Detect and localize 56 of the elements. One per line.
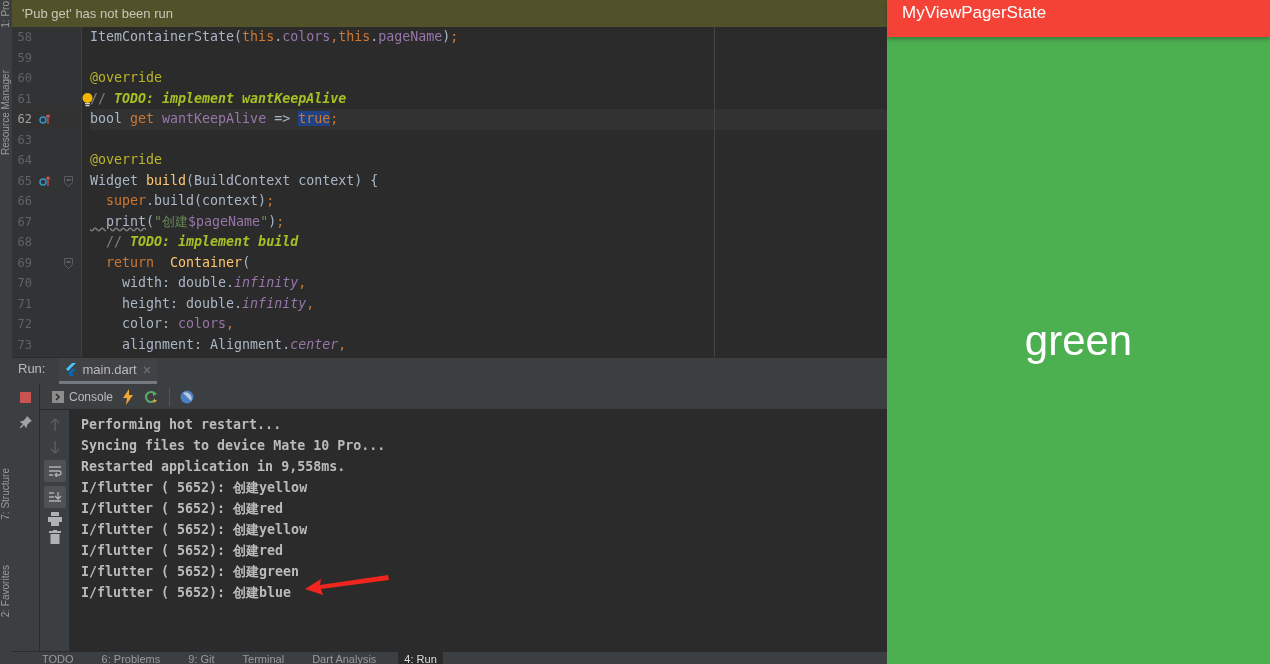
- tool-window-tab[interactable]: 4: Run: [398, 652, 443, 664]
- console-line: I/flutter ( 5652): 创建red: [81, 542, 284, 560]
- console-line: Performing hot restart...: [81, 416, 282, 434]
- console-line: I/flutter ( 5652): 创建yellow: [81, 479, 308, 497]
- page-text: green: [1024, 316, 1133, 366]
- code-line: return Container(: [105, 254, 251, 270]
- console-line: I/flutter ( 5652): 创建blue: [81, 584, 292, 602]
- fold-icon[interactable]: [64, 257, 73, 269]
- code-line: ItemContainerState(this.colors,this.pageName);: [90, 29, 459, 44]
- code-line: color: colors,: [121, 316, 235, 331]
- code-line: width: double.infinity,: [121, 275, 307, 290]
- print-icon[interactable]: [47, 512, 62, 526]
- app-bar: MyViewPagerState: [887, 0, 1270, 37]
- hot-restart-icon[interactable]: [143, 389, 160, 404]
- notification-banner: 'Pub get' has not been run: [12, 0, 887, 27]
- code-line: alignment: Alignment.center,: [121, 336, 347, 352]
- fold-icon[interactable]: [64, 175, 73, 187]
- lightning-icon[interactable]: [123, 388, 134, 405]
- override-marker-icon[interactable]: [39, 113, 51, 126]
- console-icon: [52, 390, 64, 403]
- flutter-icon: [65, 363, 77, 376]
- tool-window-tab[interactable]: Terminal: [236, 652, 291, 664]
- pin-icon[interactable]: [18, 415, 33, 429]
- trash-icon[interactable]: [48, 530, 61, 544]
- override-marker-icon[interactable]: [39, 174, 51, 187]
- code-line: bool get wantKeepAlive => true;: [90, 111, 339, 126]
- code-line: print("创建$pageName");: [105, 213, 285, 229]
- globe-icon[interactable]: [180, 389, 195, 404]
- scroll-to-end-button[interactable]: [43, 486, 66, 508]
- console-line: I/flutter ( 5652): 创建red: [81, 500, 284, 518]
- console-line: I/flutter ( 5652): 创建yellow: [81, 521, 308, 539]
- code-line: @override: [90, 152, 163, 167]
- console-line: Restarted application in 9,558ms.: [81, 458, 346, 476]
- tool-window-tab[interactable]: 9: Git: [182, 652, 221, 664]
- tool-window-tab[interactable]: TODO: [36, 652, 80, 664]
- console-line: Syncing files to device Mate 10 Pro...: [81, 437, 386, 455]
- tool-window-tab[interactable]: 6: Problems: [95, 652, 167, 664]
- code-line: super.build(context);: [105, 193, 275, 208]
- console-line: I/flutter ( 5652): 创建green: [81, 563, 300, 581]
- code-line: @override: [90, 70, 163, 85]
- side-tab[interactable]: 2: Favorites: [0, 565, 12, 618]
- run-label: Run:: [17, 359, 47, 378]
- code-line: // TODO: implement build: [105, 234, 299, 249]
- close-icon[interactable]: [142, 365, 151, 374]
- console-tab[interactable]: Console: [69, 387, 114, 406]
- wrap-icon: [47, 465, 62, 477]
- lightbulb-icon[interactable]: [82, 92, 93, 107]
- soft-wrap-button[interactable]: [43, 460, 66, 482]
- scroll-to-end-icon: [47, 491, 62, 503]
- side-tab[interactable]: 7: Structure: [0, 468, 12, 520]
- code-line: Widget build(BuildContext context) {: [90, 172, 379, 188]
- side-tab[interactable]: 1: Pro: [0, 1, 12, 28]
- line-number: 62: [16, 111, 32, 129]
- code-line: height: double.infinity,: [121, 295, 315, 311]
- side-tab[interactable]: Resource Manager: [0, 70, 12, 156]
- code-line: // TODO: implement wantKeepAlive: [90, 90, 347, 106]
